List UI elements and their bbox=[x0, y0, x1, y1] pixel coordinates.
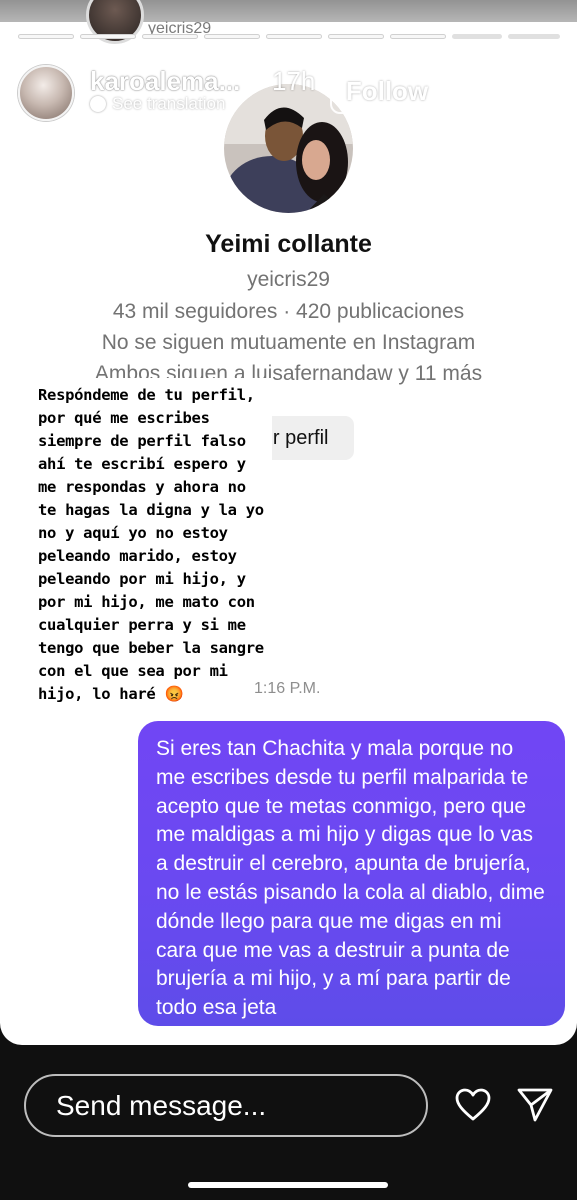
story-progress-segment bbox=[266, 34, 322, 39]
author-username[interactable]: karoalema... bbox=[90, 66, 240, 97]
send-message-input[interactable]: Send message... bbox=[24, 1074, 428, 1137]
message-timestamp: 1:16 P.M. bbox=[254, 680, 321, 697]
profile-name: Yeimi collante bbox=[205, 230, 372, 258]
more-options-icon[interactable] bbox=[473, 80, 503, 100]
story-progress-segment bbox=[142, 34, 198, 39]
author-avatar[interactable] bbox=[18, 65, 74, 121]
outgoing-message-bubble: Si eres tan Chachita y mala porque no me… bbox=[138, 721, 565, 1026]
story-progress-segment bbox=[390, 34, 446, 39]
profile-mutual-status: No se siguen mutuamente en Instagram bbox=[101, 331, 476, 354]
story-progress-segment bbox=[328, 34, 384, 39]
close-icon[interactable] bbox=[530, 74, 564, 108]
translate-icon bbox=[90, 96, 106, 112]
home-indicator bbox=[188, 1182, 388, 1188]
story-progress-segment bbox=[508, 34, 560, 39]
follow-button[interactable]: Follow bbox=[330, 68, 444, 114]
see-translation-label: See translation bbox=[112, 94, 226, 113]
story-progress-segment bbox=[204, 34, 260, 39]
story-progress-segment bbox=[18, 34, 74, 39]
story-time: 17h bbox=[272, 66, 316, 96]
heart-icon[interactable] bbox=[454, 1086, 492, 1124]
story-card: yeicris29 karoalema... 17h See translati… bbox=[0, 0, 577, 1045]
see-translation-link[interactable]: See translation bbox=[90, 94, 225, 114]
profile-handle: yeicris29 bbox=[247, 268, 330, 291]
profile-stats: 43 mil seguidores · 420 publicaciones bbox=[112, 300, 465, 323]
text-sticker: Respóndeme de tu perfil, por qué me escr… bbox=[32, 378, 272, 710]
story-progress-segment bbox=[452, 34, 502, 39]
story-progress-segment bbox=[80, 34, 136, 39]
send-icon[interactable] bbox=[516, 1086, 554, 1124]
